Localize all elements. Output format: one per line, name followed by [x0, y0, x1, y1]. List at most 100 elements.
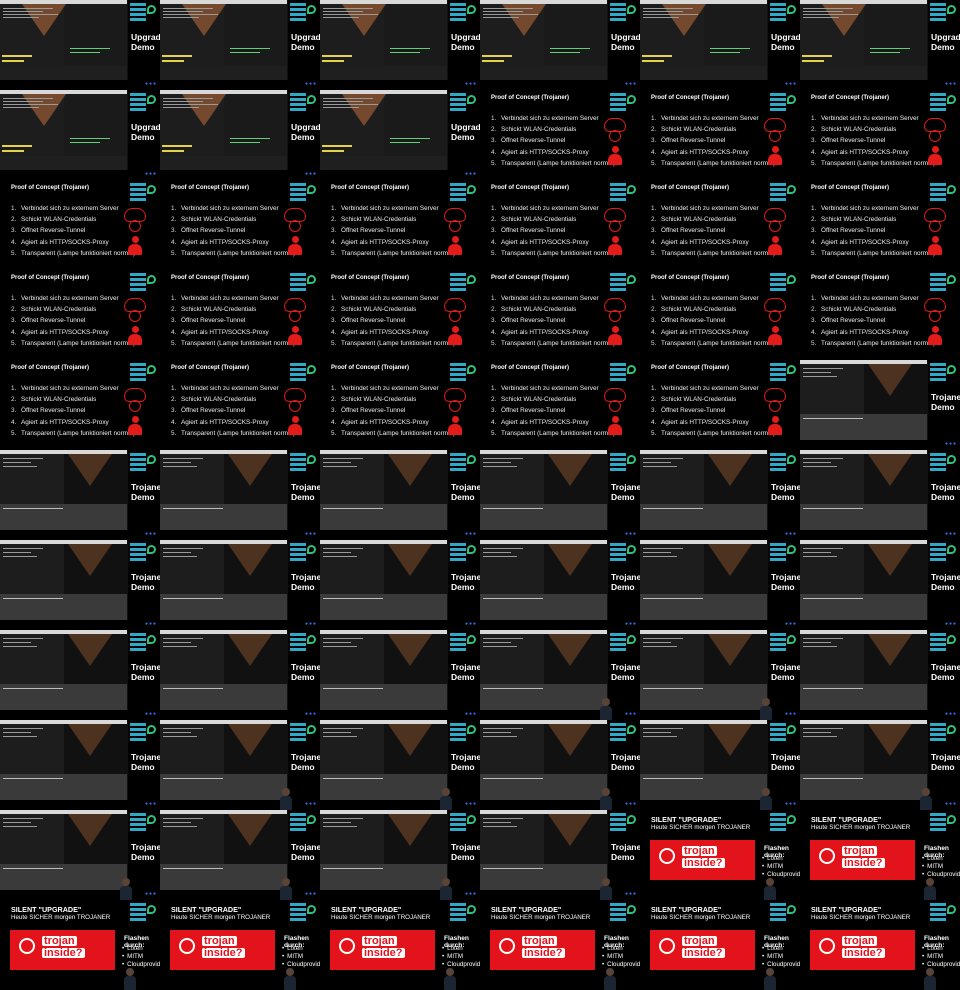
upgrade-demo-frame[interactable]: UpgradeDemo ●●● — [800, 0, 960, 90]
trojaner-demo-frame[interactable]: TrojanerDemo ●●● — [320, 630, 480, 720]
poc-slide-frame[interactable]: Proof of Concept (Trojaner) 1. Verbindet … — [320, 360, 480, 450]
trojaner-demo-frame[interactable]: TrojanerDemo ●●● — [480, 450, 640, 540]
silent-upgrade-frame[interactable]: SILENT "UPGRADE" Heute SICHER morgen TRO… — [800, 810, 960, 900]
poc-slide-frame[interactable]: Proof of Concept (Trojaner) 1. Verbindet … — [160, 360, 320, 450]
trojaner-demo-frame[interactable]: TrojanerDemo ●●● — [800, 450, 960, 540]
silent-upgrade-frame[interactable]: SILENT "UPGRADE" Heute SICHER morgen TRO… — [0, 900, 160, 990]
trojaner-demo-frame[interactable]: TrojanerDemo ●●● — [640, 450, 800, 540]
trojaner-demo-frame[interactable]: TrojanerDemo ●●● — [480, 810, 640, 900]
demo-label: TrojanerDemo — [611, 572, 640, 592]
lightbulb-icon — [129, 220, 141, 232]
conference-logo — [930, 813, 956, 835]
list-item: MITM — [762, 863, 800, 871]
slide-progress-dots: ●●● — [624, 891, 637, 897]
terminal-window — [160, 720, 288, 800]
trojaner-demo-frame[interactable]: TrojanerDemo ●●● — [800, 540, 960, 630]
terminal-window — [800, 540, 928, 620]
lightbulb-icon — [449, 310, 461, 322]
conference-logo — [610, 93, 636, 115]
trojaner-demo-frame[interactable]: TrojanerDemo ●●● — [0, 540, 160, 630]
poc-slide-frame[interactable]: Proof of Concept (Trojaner) 1. Verbindet … — [640, 360, 800, 450]
conference-logo — [610, 183, 636, 205]
slide-title: Proof of Concept (Trojaner) — [171, 275, 249, 281]
list-item: 5. Transparent (Lampe funktioniert normal… — [491, 249, 616, 257]
upgrade-demo-frame[interactable]: UpgradeDemo ●●● — [640, 0, 800, 90]
poc-slide-frame[interactable]: Proof of Concept (Trojaner) 1. Verbindet … — [640, 180, 800, 270]
slide-title: Proof of Concept (Trojaner) — [11, 185, 89, 191]
trojaner-demo-frame[interactable]: TrojanerDemo ●●● — [320, 540, 480, 630]
silent-upgrade-frame[interactable]: SILENT "UPGRADE" Heute SICHER morgen TRO… — [640, 900, 800, 990]
slide-title: Proof of Concept (Trojaner) — [491, 275, 569, 281]
trojaner-demo-frame[interactable]: TrojanerDemo ●●● — [160, 630, 320, 720]
list-item: Löten — [762, 855, 800, 863]
trojaner-demo-frame[interactable]: TrojanerDemo ●●● — [160, 540, 320, 630]
trojaner-demo-frame[interactable]: TrojanerDemo ●●● — [640, 630, 800, 720]
trojaner-demo-frame[interactable]: TrojanerDemo ●●● — [800, 360, 960, 450]
conference-logo — [770, 723, 796, 745]
slide-progress-dots: ●●● — [464, 891, 477, 897]
conference-logo — [130, 93, 156, 115]
slide-progress-dots: ●●● — [944, 531, 957, 537]
poc-slide-frame[interactable]: Proof of Concept (Trojaner) 1. Verbindet … — [0, 360, 160, 450]
trojaner-demo-frame[interactable]: TrojanerDemo ●●● — [320, 450, 480, 540]
list-item: 4. Agiert als HTTP/SOCKS-Proxy — [651, 148, 749, 156]
poc-slide-frame[interactable]: Proof of Concept (Trojaner) 1. Verbindet … — [640, 270, 800, 360]
speaker-figure — [604, 968, 616, 990]
trojaner-demo-frame[interactable]: TrojanerDemo ●●● — [640, 540, 800, 630]
trojaner-demo-frame[interactable]: TrojanerDemo ●●● — [0, 630, 160, 720]
trojaner-demo-frame[interactable]: TrojanerDemo ●●● — [480, 720, 640, 810]
poc-slide-frame[interactable]: Proof of Concept (Trojaner) 1. Verbindet … — [160, 180, 320, 270]
poc-slide-frame[interactable]: Proof of Concept (Trojaner) 1. Verbindet … — [800, 270, 960, 360]
conference-logo — [770, 3, 796, 25]
upgrade-demo-frame[interactable]: UpgradeDemo ●●● — [320, 0, 480, 90]
list-item: 2. Schickt WLAN-Credentials — [171, 306, 257, 314]
poc-slide-frame[interactable]: Proof of Concept (Trojaner) 1. Verbindet … — [320, 270, 480, 360]
upgrade-demo-frame[interactable]: UpgradeDemo ●●● — [160, 90, 320, 180]
trojaner-demo-frame[interactable]: TrojanerDemo ●●● — [640, 720, 800, 810]
poc-slide-frame[interactable]: Proof of Concept (Trojaner) 1. Verbindet … — [800, 180, 960, 270]
upgrade-demo-frame[interactable]: UpgradeDemo ●●● — [0, 90, 160, 180]
trojaner-demo-frame[interactable]: TrojanerDemo ●●● — [480, 630, 640, 720]
poc-slide-frame[interactable]: Proof of Concept (Trojaner) 1. Verbindet … — [480, 180, 640, 270]
person-icon — [928, 326, 942, 346]
upgrade-demo-frame[interactable]: UpgradeDemo ●●● — [320, 90, 480, 180]
trojan-face-icon — [499, 938, 515, 954]
upgrade-demo-frame[interactable]: UpgradeDemo ●●● — [160, 0, 320, 90]
trojaner-demo-frame[interactable]: TrojanerDemo ●●● — [320, 810, 480, 900]
silent-upgrade-frame[interactable]: SILENT "UPGRADE" Heute SICHER morgen TRO… — [160, 900, 320, 990]
trojaner-demo-frame[interactable]: TrojanerDemo ●●● — [0, 450, 160, 540]
trojaner-demo-frame[interactable]: TrojanerDemo ●●● — [320, 720, 480, 810]
silent-upgrade-frame[interactable]: SILENT "UPGRADE" Heute SICHER morgen TRO… — [640, 810, 800, 900]
poc-slide-frame[interactable]: Proof of Concept (Trojaner) 1. Verbindet … — [480, 360, 640, 450]
poc-slide-frame[interactable]: Proof of Concept (Trojaner) 1. Verbindet … — [480, 270, 640, 360]
upgrade-demo-frame[interactable]: UpgradeDemo ●●● — [480, 0, 640, 90]
conference-logo — [930, 453, 956, 475]
poc-slide-frame[interactable]: Proof of Concept (Trojaner) 1. Verbindet … — [800, 90, 960, 180]
trojaner-demo-frame[interactable]: TrojanerDemo ●●● — [800, 630, 960, 720]
conference-logo — [290, 903, 316, 925]
conference-logo — [290, 723, 316, 745]
poc-slide-frame[interactable]: Proof of Concept (Trojaner) 1. Verbindet … — [640, 90, 800, 180]
poc-slide-frame[interactable]: Proof of Concept (Trojaner) 1. Verbindet … — [160, 270, 320, 360]
silent-upgrade-frame[interactable]: SILENT "UPGRADE" Heute SICHER morgen TRO… — [800, 900, 960, 990]
trojaner-demo-frame[interactable]: TrojanerDemo ●●● — [480, 540, 640, 630]
conference-logo — [610, 3, 636, 25]
trojaner-demo-frame[interactable]: TrojanerDemo ●●● — [0, 720, 160, 810]
poc-slide-frame[interactable]: Proof of Concept (Trojaner) 1. Verbindet … — [0, 180, 160, 270]
trojaner-demo-frame[interactable]: TrojanerDemo ●●● — [160, 720, 320, 810]
poc-slide-frame[interactable]: Proof of Concept (Trojaner) 1. Verbindet … — [480, 90, 640, 180]
trojaner-demo-frame[interactable]: TrojanerDemo ●●● — [160, 810, 320, 900]
silent-upgrade-frame[interactable]: SILENT "UPGRADE" Heute SICHER morgen TRO… — [320, 900, 480, 990]
silent-upgrade-frame[interactable]: SILENT "UPGRADE" Heute SICHER morgen TRO… — [480, 900, 640, 990]
trojaner-demo-frame[interactable]: TrojanerDemo ●●● — [0, 810, 160, 900]
list-item: 3. Öffnet Reverse-Tunnel — [11, 407, 86, 415]
demo-label: TrojanerDemo — [131, 842, 160, 862]
upgrade-demo-frame[interactable]: UpgradeDemo ●●● — [0, 0, 160, 90]
list-item: 1. Verbindet sich zu externem Server — [811, 115, 919, 122]
trojaner-demo-frame[interactable]: TrojanerDemo ●●● — [800, 720, 960, 810]
slide-title: Proof of Concept (Trojaner) — [651, 185, 729, 191]
poc-slide-frame[interactable]: Proof of Concept (Trojaner) 1. Verbindet … — [320, 180, 480, 270]
poc-slide-frame[interactable]: Proof of Concept (Trojaner) 1. Verbindet … — [0, 270, 160, 360]
trojaner-demo-frame[interactable]: TrojanerDemo ●●● — [160, 450, 320, 540]
list-item: 3. Öffnet Reverse-Tunnel — [491, 137, 566, 145]
